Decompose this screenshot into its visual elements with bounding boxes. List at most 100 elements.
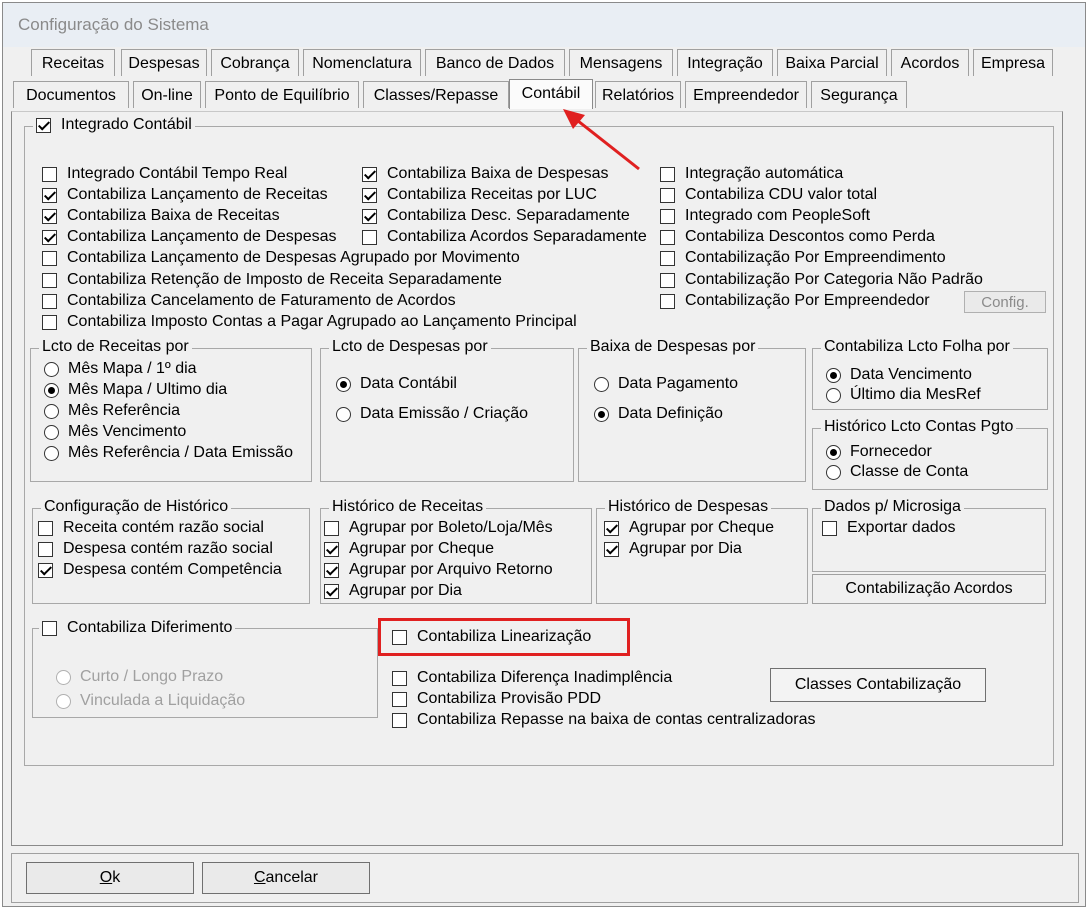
col1-checkbox-6[interactable]: Contabiliza Cancelamento de Faturamento … [42,291,456,311]
tab-cobranca[interactable]: Cobrança [211,49,299,76]
col3-checkbox-1[interactable]: Contabiliza CDU valor total [660,185,877,205]
radio-icon [336,406,351,422]
col1-checkbox-0[interactable]: Integrado Contábil Tempo Real [42,164,287,184]
checkbox-label: Contabilização Por Empreendimento [685,249,946,266]
radio-icon [44,382,59,398]
checkbox-icon [660,229,675,245]
integrado-contabil-checkbox[interactable]: Integrado Contábil [33,115,195,135]
radio-icon [594,376,609,392]
col1-checkbox-1[interactable]: Contabiliza Lançamento de Receitas [42,185,328,205]
hist-receitas-checkbox-0[interactable]: Agrupar por Boleto/Loja/Mês [324,518,553,538]
diferimento-radio-1[interactable]: Vinculada a Liquidação [56,691,245,711]
lower-checkbox-0[interactable]: Contabiliza Linearização [392,627,591,647]
baixa-despesas-title: Baixa de Despesas por [587,338,759,356]
radio-label: Classe de Conta [850,463,969,480]
col2-checkbox-1[interactable]: Contabiliza Receitas por LUC [362,185,597,205]
hist-despesas-checkbox-0[interactable]: Agrupar por Cheque [604,518,774,538]
folha-radio-0[interactable]: Data Vencimento [826,365,972,385]
diferimento-radio-0[interactable]: Curto / Longo Prazo [56,667,223,687]
baixa-despesas-radio-0[interactable]: Data Pagamento [594,374,738,394]
col3-checkbox-0[interactable]: Integração automática [660,164,843,184]
col3-checkbox-2[interactable]: Integrado com PeopleSoft [660,206,870,226]
integrado-contabil-label: Integrado Contábil [61,116,192,133]
radio-icon [44,424,59,440]
tab-relatorios[interactable]: Relatórios [595,81,681,108]
tab-receitas[interactable]: Receitas [31,49,115,76]
checkbox-label: Contabilização Por Empreendedor [685,292,930,309]
tab-contabil[interactable]: Contábil [509,79,593,109]
checkbox-label: Exportar dados [847,519,956,536]
lcto-despesas-radio-1[interactable]: Data Emissão / Criação [336,404,528,424]
checkbox-icon [392,712,407,728]
tab-integracao[interactable]: Integração [677,49,773,76]
lower-checkbox-3[interactable]: Contabiliza Repasse na baixa de contas c… [392,710,815,730]
config-hist-checkbox-0[interactable]: Receita contém razão social [38,518,264,538]
tab-ponto-de-equilibrio[interactable]: Ponto de Equilíbrio [205,81,359,108]
hist-receitas-checkbox-2[interactable]: Agrupar por Arquivo Retorno [324,560,553,580]
col2-checkbox-2[interactable]: Contabiliza Desc. Separadamente [362,206,630,226]
ok-accelerator: O [99,869,113,886]
hist-receitas-checkbox-1[interactable]: Agrupar por Cheque [324,539,494,559]
tab-banco-de-dados[interactable]: Banco de Dados [425,49,565,76]
checkbox-icon [660,208,675,224]
lcto-despesas-radio-0[interactable]: Data Contábil [336,374,457,394]
tab-classes-repasse[interactable]: Classes/Repasse [363,81,509,108]
lcto-receitas-radio-0[interactable]: Mês Mapa / 1º dia [44,359,197,379]
col3-checkbox-4[interactable]: Contabilização Por Empreendimento [660,248,946,268]
col1-checkbox-7[interactable]: Contabiliza Imposto Contas a Pagar Agrup… [42,312,577,332]
hist-contas-radio-1[interactable]: Classe de Conta [826,462,968,482]
window-title: Configuração do Sistema [18,15,209,34]
tab-documentos[interactable]: Documentos [13,81,129,108]
tab-seguranca[interactable]: Segurança [811,81,907,108]
col1-checkbox-5[interactable]: Contabiliza Retenção de Imposto de Recei… [42,270,502,290]
tab-empresa[interactable]: Empresa [973,49,1053,76]
lcto-receitas-radio-2[interactable]: Mês Referência [44,401,180,421]
tab-online[interactable]: On-line [133,81,201,108]
checkbox-label: Contabiliza Acordos Separadamente [387,228,647,245]
lcto-receitas-radio-4[interactable]: Mês Referência / Data Emissão [44,443,293,463]
cancel-button[interactable]: Cancelar [202,862,370,894]
baixa-despesas-radio-1[interactable]: Data Definição [594,404,723,424]
col3-checkbox-6[interactable]: Contabilização Por Empreendedor [660,291,930,311]
ok-button[interactable]: Ok [26,862,194,894]
hist-despesas-checkbox-1[interactable]: Agrupar por Dia [604,539,742,559]
radio-label: Data Emissão / Criação [360,405,529,422]
col1-checkbox-2[interactable]: Contabiliza Baixa de Receitas [42,206,280,226]
checkbox-label: Contabiliza Diferença Inadimplência [417,669,673,686]
col2-checkbox-3[interactable]: Contabiliza Acordos Separadamente [362,227,647,247]
col3-checkbox-5[interactable]: Contabilização Por Categoria Não Padrão [660,270,983,290]
config-hist-checkbox-1[interactable]: Despesa contém razão social [38,539,273,559]
lcto-receitas-radio-1[interactable]: Mês Mapa / Ultimo dia [44,380,227,400]
microsiga-checkbox-0[interactable]: Exportar dados [822,518,956,538]
checkbox-label: Contabiliza Lançamento de Despesas Agrup… [67,249,520,266]
col1-checkbox-4[interactable]: Contabiliza Lançamento de Despesas Agrup… [42,248,520,268]
classes-contabilizacao-button[interactable]: Classes Contabilização [770,668,986,702]
folha-radio-1[interactable]: Último dia MesRef [826,385,981,405]
checkbox-icon [362,187,377,203]
tab-mensagens[interactable]: Mensagens [569,49,673,76]
config-button[interactable]: Config. [964,291,1046,313]
checkbox-icon [362,229,377,245]
checkbox-icon [36,117,51,133]
lower-checkbox-2[interactable]: Contabiliza Provisão PDD [392,689,601,709]
tab-despesas[interactable]: Despesas [121,49,207,76]
hist-receitas-checkbox-3[interactable]: Agrupar por Dia [324,581,462,601]
hist-contas-radio-0[interactable]: Fornecedor [826,442,932,462]
col3-checkbox-3[interactable]: Contabiliza Descontos como Perda [660,227,935,247]
contabilizacao-acordos-button[interactable]: Contabilização Acordos [812,574,1046,604]
checkbox-label: Contabiliza Retenção de Imposto de Recei… [67,271,502,288]
lower-checkbox-1[interactable]: Contabiliza Diferença Inadimplência [392,668,672,688]
tab-acordos[interactable]: Acordos [891,49,969,76]
checkbox-label: Contabiliza Provisão PDD [417,690,602,707]
lcto-receitas-radio-3[interactable]: Mês Vencimento [44,422,186,442]
checkbox-label: Contabiliza Desc. Separadamente [387,207,630,224]
tab-baixa-parcial[interactable]: Baixa Parcial [777,49,887,76]
config-hist-checkbox-2[interactable]: Despesa contém Competência [38,560,282,580]
tab-empreendedor[interactable]: Empreendedor [685,81,807,108]
checkbox-label: Contabiliza Lançamento de Receitas [67,186,328,203]
diferimento-checkbox[interactable]: Contabiliza Diferimento [39,618,236,638]
hist-receitas-title: Histórico de Receitas [329,498,487,516]
cancel-label: ancelar [265,869,319,886]
tab-nomenclatura[interactable]: Nomenclatura [303,49,421,76]
col1-checkbox-3[interactable]: Contabiliza Lançamento de Despesas [42,227,337,247]
